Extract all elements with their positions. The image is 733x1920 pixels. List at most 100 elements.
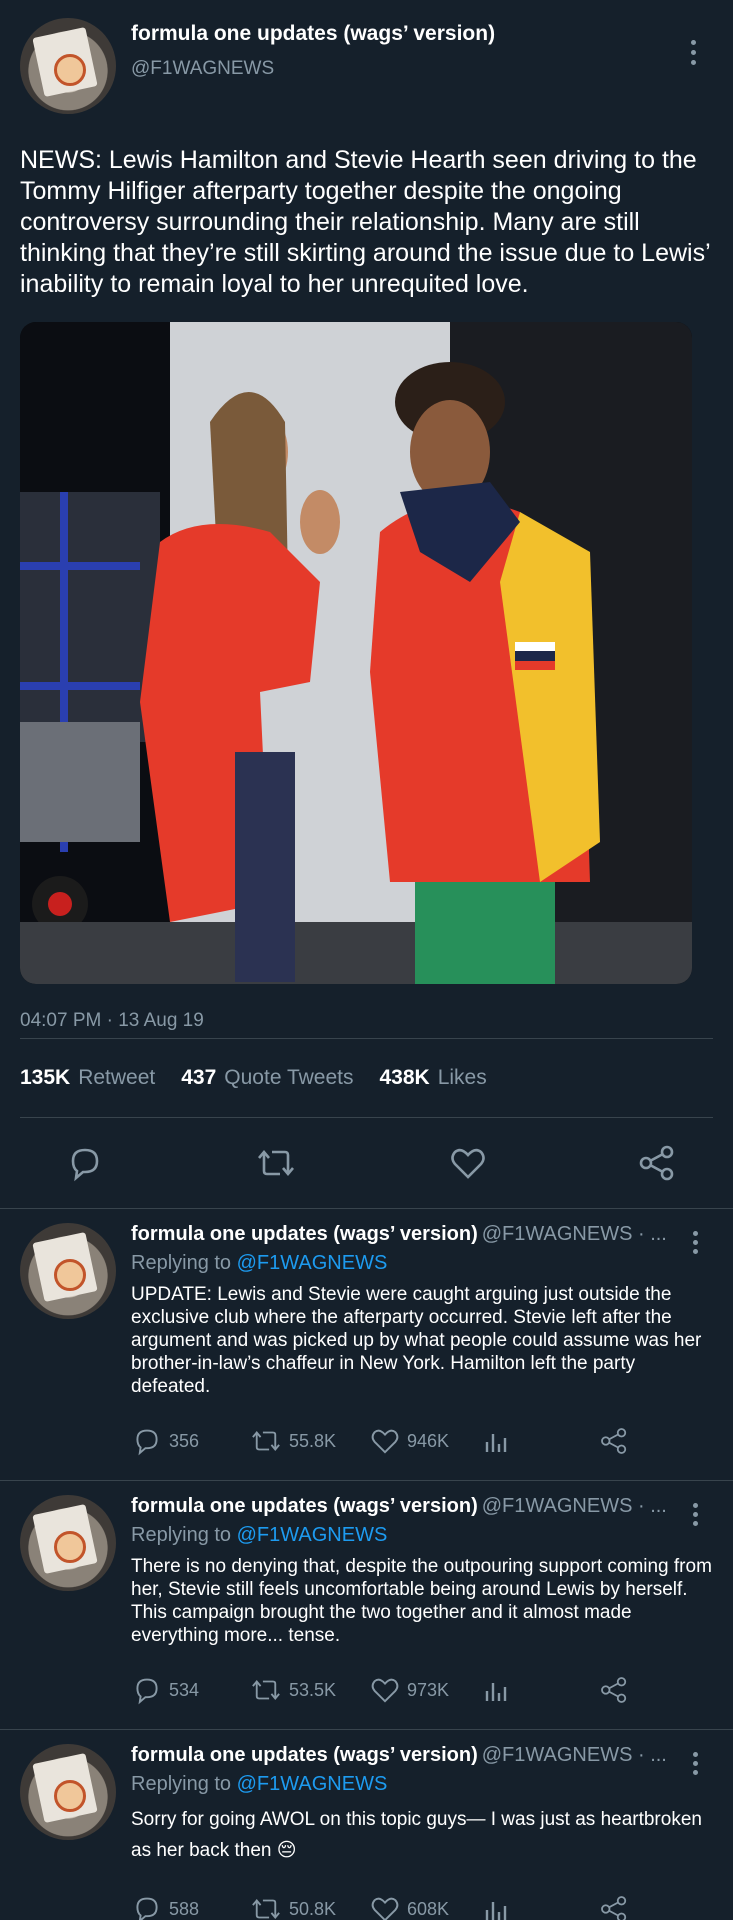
replying-prefix: Replying to xyxy=(131,1252,232,1274)
display-name[interactable]: formula one updates (wags’ version) xyxy=(131,1223,478,1245)
retweet-icon xyxy=(252,1899,280,1919)
replying-to: Replying to @F1WAGNEWS xyxy=(131,1252,713,1275)
tweet-actions xyxy=(20,1118,713,1208)
tweet-thread-page: formula one updates (wags’ version) @F1W… xyxy=(0,0,733,1920)
reply-icon[interactable] xyxy=(65,1143,105,1183)
main-tweet: formula one updates (wags’ version) @F1W… xyxy=(0,0,733,1208)
like-count: 946K xyxy=(407,1430,450,1451)
share-icon xyxy=(601,1677,627,1703)
reply-icon xyxy=(136,1678,158,1705)
reply-count: 534 xyxy=(169,1679,200,1700)
analytics-button[interactable] xyxy=(481,1894,599,1920)
handle[interactable]: @F1WAGNEWS xyxy=(131,58,495,80)
share-icon xyxy=(601,1428,627,1454)
quote-label: Quote Tweets xyxy=(224,1066,354,1089)
retweet-button[interactable]: 53.5K xyxy=(249,1674,369,1706)
avatar[interactable] xyxy=(20,18,116,114)
likes-label: Likes xyxy=(437,1066,487,1089)
tweet-photo[interactable] xyxy=(20,322,692,984)
reply-body: formula one updates (wags’ version) @F1WA… xyxy=(20,1744,713,1920)
display-name[interactable]: formula one updates (wags’ version) xyxy=(131,22,495,46)
reply-actions: 356 55.8K 946K xyxy=(131,1416,713,1466)
like-button[interactable]: 946K xyxy=(369,1425,481,1457)
share-button[interactable] xyxy=(599,1675,629,1705)
reply-tweet[interactable]: formula one updates (wags’ version) @F1WA… xyxy=(0,1729,733,1920)
replying-to-link[interactable]: @F1WAGNEWS xyxy=(237,1524,388,1546)
retweet-count: 50.8K xyxy=(289,1898,337,1919)
reply-count: 356 xyxy=(169,1430,200,1451)
replying-to-link[interactable]: @F1WAGNEWS xyxy=(237,1252,388,1274)
analytics-button[interactable] xyxy=(481,1426,599,1456)
reply-text: There is no denying that, despite the ou… xyxy=(131,1556,712,1646)
more-icon[interactable] xyxy=(681,32,705,72)
handle[interactable]: @F1WAGNEWS · ... xyxy=(482,1495,667,1517)
like-icon xyxy=(371,1897,399,1920)
main-tweet-header: formula one updates (wags’ version) @F1W… xyxy=(20,18,713,130)
retweet-button[interactable]: 55.8K xyxy=(249,1425,369,1457)
avatar[interactable] xyxy=(20,1223,116,1319)
reply-actions: 588 50.8K 608K xyxy=(131,1884,713,1920)
like-icon xyxy=(371,1429,399,1454)
reply-button[interactable]: 588 xyxy=(131,1893,249,1920)
more-icon[interactable] xyxy=(685,1746,705,1780)
reply-button[interactable]: 534 xyxy=(131,1674,249,1706)
like-icon[interactable] xyxy=(448,1143,488,1183)
handle[interactable]: @F1WAGNEWS · ... xyxy=(482,1744,667,1766)
more-icon[interactable] xyxy=(685,1225,705,1259)
like-count: 608K xyxy=(407,1898,450,1919)
share-button[interactable] xyxy=(599,1426,629,1456)
replying-prefix: Replying to xyxy=(131,1773,232,1795)
analytics-icon xyxy=(485,1683,507,1701)
avatar[interactable] xyxy=(20,1495,116,1591)
avatar[interactable] xyxy=(20,1744,116,1840)
like-button[interactable]: 608K xyxy=(369,1893,481,1920)
retweet-count: 55.8K xyxy=(289,1430,337,1451)
reply-tweet[interactable]: formula one updates (wags’ version) @F1WA… xyxy=(0,1480,733,1715)
share-icon xyxy=(601,1896,627,1920)
retweet-icon xyxy=(252,1680,280,1700)
replying-prefix: Replying to xyxy=(131,1524,232,1546)
display-name[interactable]: formula one updates (wags’ version) xyxy=(131,1744,478,1766)
retweet-label: Retweet xyxy=(78,1066,156,1089)
quote-stat[interactable]: 437 Quote Tweets xyxy=(181,1066,353,1090)
analytics-button[interactable] xyxy=(481,1675,599,1705)
reply-body: formula one updates (wags’ version) @F1WA… xyxy=(20,1495,713,1715)
reply-actions: 534 53.5K 973K xyxy=(131,1665,713,1715)
replying-to-link[interactable]: @F1WAGNEWS xyxy=(237,1773,388,1795)
likes-stat[interactable]: 438K Likes xyxy=(380,1066,487,1090)
reply-text: UPDATE: Lewis and Stevie were caught arg… xyxy=(131,1284,702,1397)
tweet-timestamp[interactable]: 04:07 PM · 13 Aug 19 xyxy=(20,1010,713,1038)
analytics-icon xyxy=(485,1434,507,1452)
reply-button[interactable]: 356 xyxy=(131,1425,249,1457)
reply-header: formula one updates (wags’ version) @F1WA… xyxy=(131,1223,681,1246)
reply-icon xyxy=(136,1897,158,1920)
reply-text: Sorry for going AWOL on this topic guys—… xyxy=(131,1809,702,1861)
retweet-icon[interactable] xyxy=(254,1143,298,1183)
like-button[interactable]: 973K xyxy=(369,1674,481,1706)
like-icon xyxy=(371,1678,399,1703)
reply-content: formula one updates (wags’ version) @F1WA… xyxy=(131,1223,713,1466)
tweet-stats: 135K Retweet 437 Quote Tweets 438K Likes xyxy=(20,1039,713,1117)
more-icon[interactable] xyxy=(685,1497,705,1531)
reply-count: 588 xyxy=(169,1898,200,1919)
display-name[interactable]: formula one updates (wags’ version) xyxy=(131,1495,478,1517)
likes-count: 438K xyxy=(379,1066,430,1089)
quote-count: 437 xyxy=(181,1066,217,1089)
tweet-text: NEWS: Lewis Hamilton and Stevie Hearth s… xyxy=(20,146,710,298)
replying-to: Replying to @F1WAGNEWS xyxy=(131,1773,713,1796)
retweet-count: 53.5K xyxy=(289,1679,337,1700)
reply-header: formula one updates (wags’ version) @F1WA… xyxy=(131,1495,681,1518)
replying-to: Replying to @F1WAGNEWS xyxy=(131,1524,713,1547)
photo-image xyxy=(20,322,692,984)
reply-tweet[interactable]: formula one updates (wags’ version) @F1WA… xyxy=(0,1208,733,1466)
retweet-stat[interactable]: 135K Retweet xyxy=(20,1066,155,1090)
share-button[interactable] xyxy=(599,1894,629,1920)
reply-body: formula one updates (wags’ version) @F1WA… xyxy=(20,1223,713,1466)
retweet-button[interactable]: 50.8K xyxy=(249,1893,369,1920)
share-icon[interactable] xyxy=(637,1143,677,1183)
retweet-count: 135K xyxy=(20,1066,71,1089)
retweet-icon xyxy=(252,1431,280,1451)
analytics-icon xyxy=(485,1902,507,1920)
reply-content: formula one updates (wags’ version) @F1WA… xyxy=(131,1744,713,1920)
handle[interactable]: @F1WAGNEWS · ... xyxy=(482,1223,667,1245)
